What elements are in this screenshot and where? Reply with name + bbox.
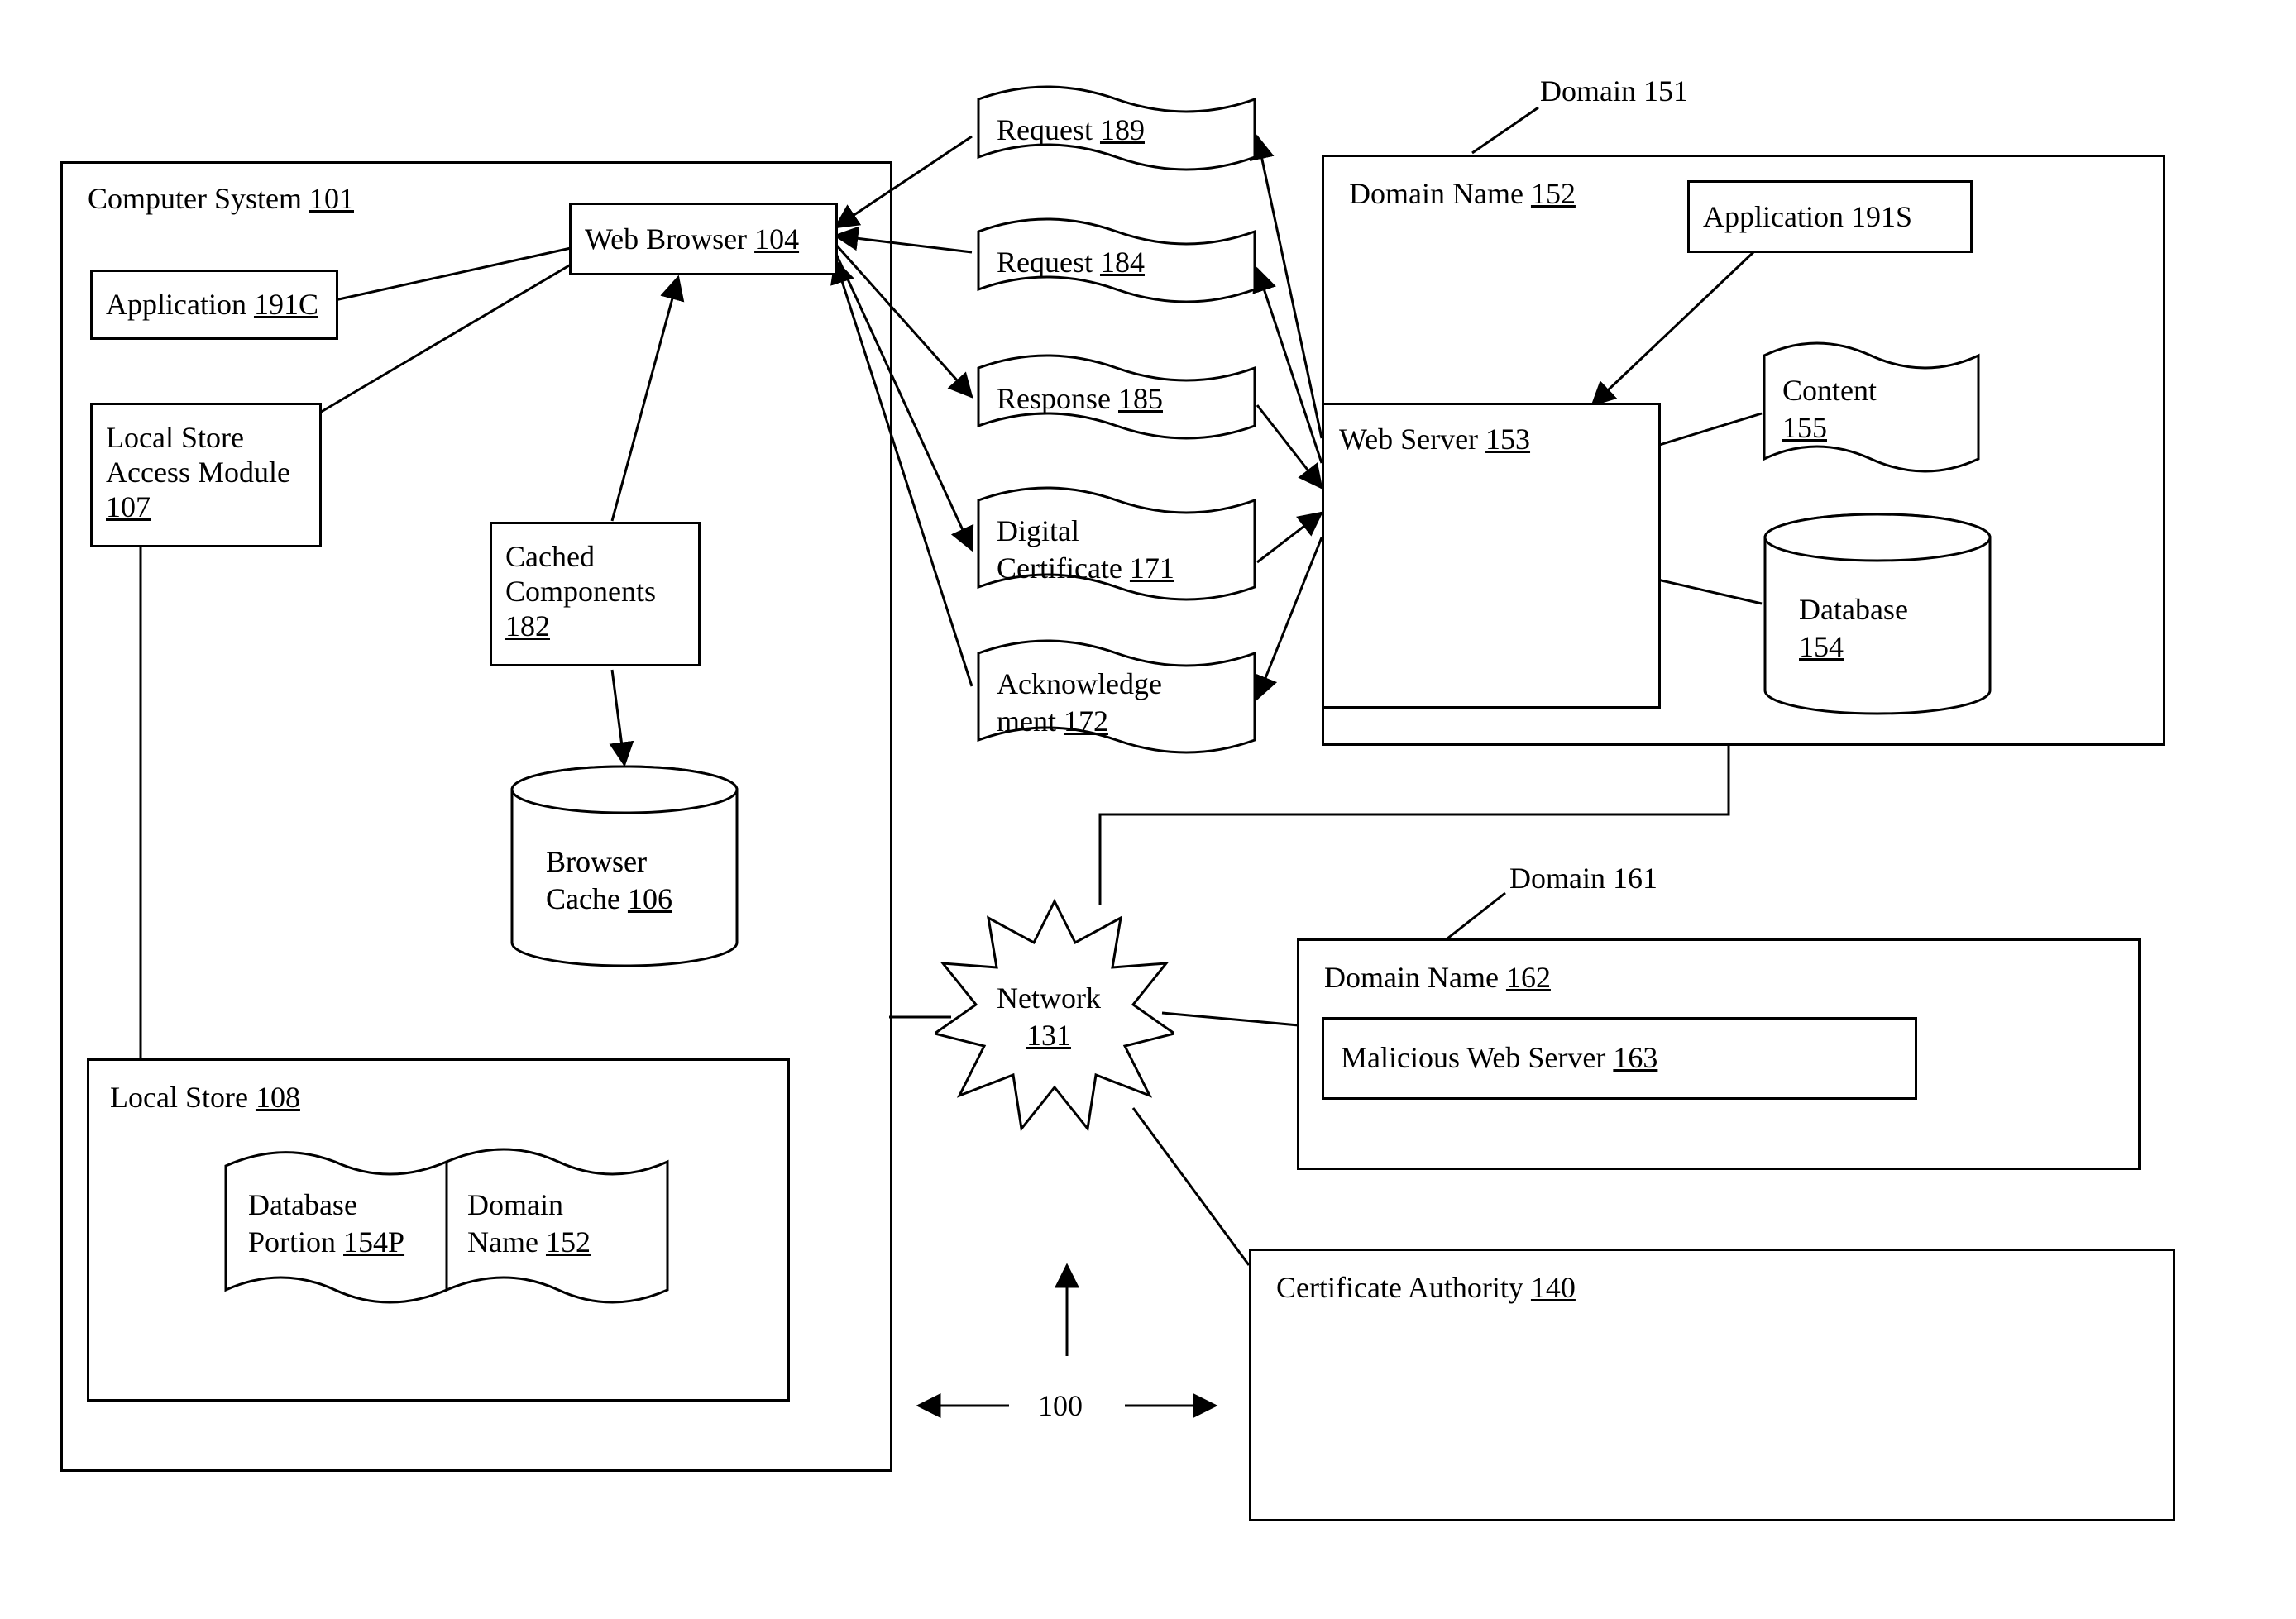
web-server-num: 153 (1485, 423, 1530, 456)
domain161-label: Domain 161 (1509, 860, 1657, 897)
network-label: Network (997, 980, 1101, 1017)
req184-label: Request (997, 246, 1093, 279)
certificate-authority: Certificate Authority 140 (1249, 1249, 2175, 1521)
malws-num: 163 (1613, 1041, 1657, 1074)
d161-dn-label: Domain Name (1324, 961, 1499, 994)
d161-dn-num: 162 (1506, 961, 1551, 994)
browser-cache-num: 106 (628, 882, 672, 915)
d151-dn-label: Domain Name (1349, 177, 1523, 210)
local-store-document-icon: Database Portion 154P Domain Name 152 (223, 1141, 670, 1315)
resp185-num: 185 (1118, 382, 1163, 415)
application-client: Application 191C (90, 270, 338, 340)
d151-dn-num: 152 (1531, 177, 1576, 210)
computer-system-num: 101 (309, 182, 354, 215)
resp185-label: Response (997, 382, 1111, 415)
malws-label: Malicious Web Server (1341, 1041, 1605, 1074)
local-store-label: Local Store (110, 1081, 248, 1114)
database-cylinder: Database 154 (1762, 513, 1993, 715)
local-store-access-module: Local Store Access Module 107 (90, 403, 322, 547)
message-request-189: Request 189 (976, 79, 1257, 178)
browser-cache-cylinder: Browser Cache Browser Cache 106 (509, 765, 740, 967)
ca-num: 140 (1531, 1271, 1576, 1304)
message-digital-cert: Digital Certificate 171 (976, 480, 1257, 608)
web-browser-num: 104 (754, 222, 799, 256)
web-browser-label: Web Browser (585, 222, 747, 256)
lsam-label: Local Store Access Module (106, 420, 306, 490)
local-store-num: 108 (256, 1081, 300, 1114)
app-client-label: Application (106, 288, 246, 321)
message-ack: Acknowledge ment 172 (976, 633, 1257, 761)
req189-label: Request (997, 113, 1093, 146)
computer-system-label: Computer System (88, 182, 302, 215)
cached-components: Cached Components 182 (490, 522, 701, 666)
figure-ref: 100 (1038, 1387, 1083, 1425)
malicious-web-server: Malicious Web Server 163 (1322, 1017, 1917, 1100)
req189-num: 189 (1100, 113, 1145, 146)
message-response-185: Response 185 (976, 347, 1257, 447)
web-browser: Web Browser 104 (569, 203, 838, 275)
network-num: 131 (1026, 1019, 1071, 1052)
cached-comp-num: 182 (505, 609, 550, 642)
ls-dn-num: 152 (546, 1225, 591, 1258)
req184-num: 184 (1100, 246, 1145, 279)
app-client-num: 191C (254, 288, 318, 321)
ack-num: 172 (1064, 704, 1108, 738)
app-server-label: Application 191S (1703, 200, 1912, 233)
database-num: 154 (1799, 630, 1844, 663)
content-num: 155 (1782, 411, 1827, 444)
domain151-label: Domain 151 (1540, 73, 1688, 110)
db-portion-num: 154P (343, 1225, 404, 1258)
lsam-num: 107 (106, 490, 151, 523)
web-server-label: Web Server (1339, 423, 1478, 456)
digcert-num: 171 (1130, 552, 1174, 585)
cached-comp-label: Cached Components (505, 539, 685, 609)
ca-label: Certificate Authority (1276, 1271, 1523, 1304)
content-doc-icon: Content 155 (1762, 335, 1981, 480)
database-label: Database (1799, 591, 1908, 628)
web-server-153: Web Server 153 (1322, 403, 1661, 709)
message-request-184: Request 184 (976, 211, 1257, 310)
network-starburst-icon: Network 131 (935, 897, 1174, 1137)
application-server: Application 191S (1687, 180, 1973, 253)
content-label: Content (1782, 372, 1877, 409)
